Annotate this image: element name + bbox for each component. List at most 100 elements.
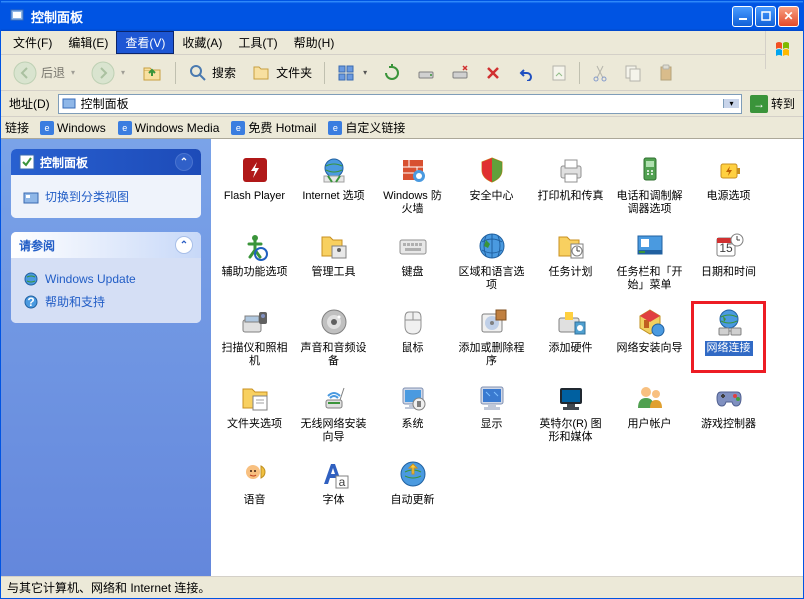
collapse-icon[interactable]: ⌃ [175,153,193,171]
cp-item-display[interactable]: 显示 [454,377,529,449]
sync-button[interactable] [377,61,407,85]
cp-item-power[interactable]: 电源选项 [691,149,766,221]
cp-item-keyboard[interactable]: 键盘 [375,225,450,297]
cp-item-update[interactable]: 自动更新 [375,453,450,512]
item-label: 无线网络安装向导 [298,417,370,445]
link-windows-media[interactable]: eWindows Media [113,121,225,135]
maximize-button[interactable] [755,6,776,27]
cp-item-addremove[interactable]: 添加或删除程序 [454,301,529,373]
close-button[interactable]: ✕ [778,6,799,27]
menu-file[interactable]: 文件(F) [5,32,60,53]
cp-item-fonts[interactable]: a字体 [296,453,371,512]
link-windows[interactable]: eWindows [35,121,111,135]
drive-x-icon [451,64,469,82]
item-label: 管理工具 [310,265,358,280]
cp-item-wireless[interactable]: 无线网络安装向导 [296,377,371,449]
search-icon [188,63,208,83]
windows-update-link[interactable]: Windows Update [23,268,189,290]
svg-text:15: 15 [719,241,733,255]
cp-item-netwiz[interactable]: 网络安装向导 [612,301,687,373]
cp-item-datetime[interactable]: 15日期和时间 [691,225,766,297]
menu-edit[interactable]: 编辑(E) [60,32,116,53]
item-label: 扫描仪和照相机 [219,341,291,369]
item-label: 鼠标 [400,341,426,356]
copy-button[interactable] [618,61,648,85]
power-icon [712,153,746,187]
help-support-link[interactable]: ? 帮助和支持 [23,290,189,313]
disconnect-drive-button[interactable] [445,61,475,85]
cp-item-game[interactable]: 游戏控制器 [691,377,766,449]
cp-item-scanner[interactable]: 扫描仪和照相机 [217,301,292,373]
sidebar: 控制面板 ⌃ 切换到分类视图 请参阅 ⌃ [1,139,211,576]
cp-item-phone[interactable]: 电话和调制解调器选项 [612,149,687,221]
menu-view[interactable]: 查看(V) [116,31,174,54]
cut-button[interactable] [586,61,614,85]
panel-header[interactable]: 控制面板 ⌃ [11,149,201,175]
paste-icon [658,64,674,82]
title-bar[interactable]: 控制面板 ✕ [1,1,803,31]
views-button[interactable] [331,61,373,85]
address-dropdown[interactable]: ▾ [723,99,739,108]
cp-item-flash[interactable]: Flash Player [217,149,292,221]
map-drive-button[interactable] [411,61,441,85]
toolbar: 后退 搜索 文件夹 [1,55,803,91]
address-field[interactable]: ▾ [58,94,742,114]
cp-item-security[interactable]: 安全中心 [454,149,529,221]
tasks-icon [554,229,588,263]
folders-button[interactable]: 文件夹 [246,60,318,86]
cp-item-intel[interactable]: 英特尔(R) 图形和媒体 [533,377,608,449]
flash-icon [238,153,272,187]
cp-item-users[interactable]: 用户帐户 [612,377,687,449]
properties-button[interactable] [545,61,573,85]
scanner-icon [238,305,272,339]
cp-item-admin[interactable]: 管理工具 [296,225,371,297]
go-button[interactable]: → 转到 [746,95,799,113]
item-label: 电话和调制解调器选项 [614,189,686,217]
item-label: Flash Player [222,189,287,204]
cp-item-tasks[interactable]: 任务计划 [533,225,608,297]
link-custom[interactable]: e自定义链接 [323,119,410,136]
undo-button[interactable] [511,62,541,84]
cp-item-system[interactable]: 系统 [375,377,450,449]
panel-header[interactable]: 请参阅 ⌃ [11,232,201,258]
accessibility-icon [238,229,272,263]
up-button[interactable] [135,59,169,87]
menu-bar: 文件(F) 编辑(E) 查看(V) 收藏(A) 工具(T) 帮助(H) [1,31,803,55]
cp-item-region[interactable]: 区域和语言选项 [454,225,529,297]
delete-button[interactable] [479,62,507,84]
menu-favorites[interactable]: 收藏(A) [174,32,230,53]
forward-button[interactable] [85,58,131,88]
cp-item-speech[interactable]: 语音 [217,453,292,512]
link-hotmail[interactable]: e免费 Hotmail [226,119,321,136]
back-button[interactable]: 后退 [7,58,81,88]
switch-view-link[interactable]: 切换到分类视图 [23,185,189,208]
address-input[interactable] [77,97,723,111]
paste-button[interactable] [652,61,680,85]
cp-item-addhw[interactable]: 添加硬件 [533,301,608,373]
item-label: 区域和语言选项 [456,265,528,293]
cp-item-accessibility[interactable]: 辅助功能选项 [217,225,292,297]
search-button[interactable]: 搜索 [182,60,242,86]
icon-view[interactable]: Flash Player Internet 选项Windows 防火墙安全中心打印… [211,139,803,576]
cp-item-internet[interactable]: Internet 选项 [296,149,371,221]
cp-item-mouse[interactable]: 鼠标 [375,301,450,373]
status-bar: 与其它计算机、网络和 Internet 连接。 [1,576,803,598]
cp-item-printer[interactable]: 打印机和传真 [533,149,608,221]
cp-item-netconn[interactable]: 网络连接 [691,301,766,373]
mouse-icon [396,305,430,339]
cp-item-sound[interactable]: 声音和音频设备 [296,301,371,373]
menu-help[interactable]: 帮助(H) [286,32,343,53]
cp-item-taskbar[interactable]: 任务栏和「开始」菜单 [612,225,687,297]
checkbox-icon [19,154,35,170]
cp-item-folder[interactable]: 文件夹选项 [217,377,292,449]
status-text: 与其它计算机、网络和 Internet 连接。 [7,579,210,596]
phone-icon [633,153,667,187]
ie-icon: e [328,121,342,135]
menu-tools[interactable]: 工具(T) [230,32,285,53]
firewall-icon [396,153,430,187]
cp-item-firewall[interactable]: Windows 防火墙 [375,149,450,221]
control-panel-icon [61,96,77,112]
panel-control-panel: 控制面板 ⌃ 切换到分类视图 [11,149,201,218]
collapse-icon[interactable]: ⌃ [175,236,193,254]
minimize-button[interactable] [732,6,753,27]
